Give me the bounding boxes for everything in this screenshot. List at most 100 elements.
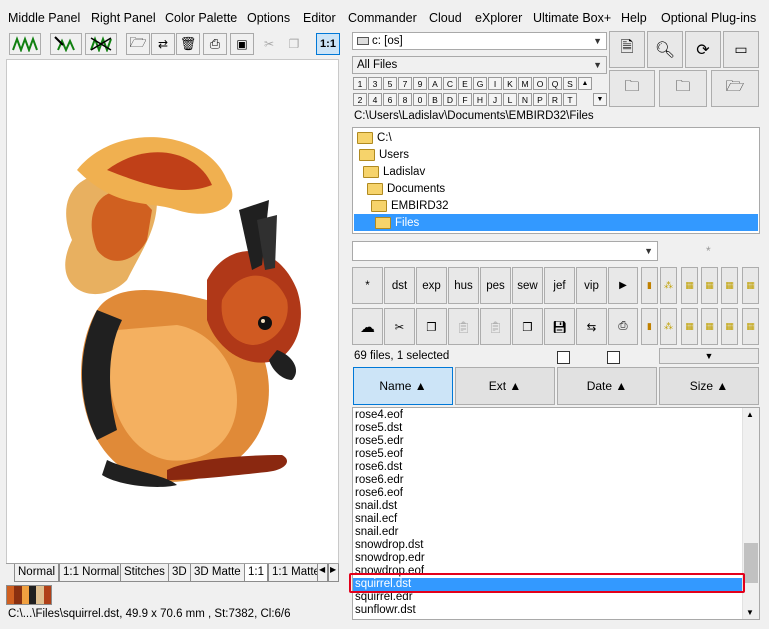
letter-filter-button[interactable]: E	[458, 77, 472, 90]
menu-middle-panel[interactable]: Middle Panel	[8, 11, 80, 25]
letter-filter-button[interactable]: S	[563, 77, 577, 90]
file-row[interactable]: rose5.eof	[355, 448, 403, 461]
format-filter-button[interactable]: pes	[480, 267, 511, 304]
letter-filter-button[interactable]: 3	[368, 77, 382, 90]
copy-to-button[interactable]: ❐	[512, 308, 543, 345]
folder-tree[interactable]: C:\ Users Ladislav Documents EMBIRD32 Fi…	[352, 127, 760, 234]
tree-item-c-drive[interactable]: C:\	[357, 129, 392, 146]
move-button[interactable]: ⇄	[151, 33, 175, 55]
tab-1-1-matte[interactable]: 1:1 Matte	[268, 564, 324, 582]
format-filter-button[interactable]: sew	[512, 267, 543, 304]
letter-filter-button[interactable]: 2	[353, 93, 367, 106]
file-row-selected[interactable]: squirrel.dst	[353, 578, 743, 591]
copy-files-button[interactable]: ❐	[416, 308, 447, 345]
letter-filter-button[interactable]: 9	[413, 77, 427, 90]
letter-filter-button[interactable]: I	[488, 77, 502, 90]
letter-filter-button[interactable]: 6	[383, 93, 397, 106]
letter-filter-button[interactable]: G	[473, 77, 487, 90]
view-mode-button[interactable]: ▦	[681, 308, 698, 345]
letter-filter-button[interactable]: R	[548, 93, 562, 106]
letter-filter-button[interactable]: 0	[413, 93, 427, 106]
file-row[interactable]: snowdrop.edr	[355, 552, 425, 565]
tab-1-1[interactable]: 1:1	[244, 564, 268, 582]
tree-item-users[interactable]: Users	[359, 146, 409, 163]
letter-filter-button[interactable]: D	[443, 93, 457, 106]
parent-folder-button[interactable]: 🗁	[711, 70, 759, 107]
file-row[interactable]: snowdrop.dst	[355, 539, 423, 552]
file-row[interactable]: snowdrop.eof	[355, 565, 424, 578]
stitch-delete-button[interactable]	[85, 33, 117, 55]
view-mode-button[interactable]: ▮	[641, 308, 658, 345]
menu-commander[interactable]: Commander	[348, 11, 417, 25]
letter-filter-button[interactable]: B	[428, 93, 442, 106]
menu-color-palette[interactable]: Color Palette	[165, 11, 237, 25]
letter-filter-button[interactable]: 4	[368, 93, 382, 106]
letter-filter-button[interactable]: T	[563, 93, 577, 106]
column-size[interactable]: Size ▲	[659, 367, 759, 405]
format-filter-button[interactable]: *	[352, 267, 383, 304]
convert-button[interactable]: ⇆	[576, 308, 607, 345]
view-mode-button[interactable]: ▦	[721, 267, 738, 304]
file-row[interactable]: rose6.dst	[355, 461, 402, 474]
file-row[interactable]: rose4.eof	[355, 409, 403, 422]
shape-button[interactable]: ☁	[352, 308, 383, 345]
letter-filter-button[interactable]: K	[503, 77, 517, 90]
letter-filter-button[interactable]: 5	[383, 77, 397, 90]
format-filter-button[interactable]: vip	[576, 267, 607, 304]
tab-normal[interactable]: Normal	[14, 564, 60, 582]
open-button[interactable]: 🗁	[126, 33, 150, 55]
column-date[interactable]: Date ▲	[557, 367, 657, 405]
tree-item-embird32[interactable]: EMBIRD32	[371, 197, 449, 214]
drive-combo[interactable]: c: [os] ▼	[352, 32, 607, 50]
next-formats-button[interactable]: ▶	[608, 267, 638, 304]
menu-editor[interactable]: Editor	[303, 11, 336, 25]
view-mode-button[interactable]: ▦	[721, 308, 738, 345]
menu-right-panel[interactable]: Right Panel	[91, 11, 156, 25]
menu-options[interactable]: Options	[247, 11, 290, 25]
file-info-button[interactable]: 🗎	[609, 31, 645, 68]
zoom-1-1-button[interactable]: 1:1	[316, 33, 340, 55]
tab-3d[interactable]: 3D	[168, 564, 191, 582]
view-mode-button[interactable]: ⁂	[660, 267, 677, 304]
letter-filter-button[interactable]: Q	[548, 77, 562, 90]
view-mode-button[interactable]: ▮	[641, 267, 658, 304]
letter-filter-button[interactable]: P	[533, 93, 547, 106]
letter-filter-button[interactable]: M	[518, 77, 532, 90]
cut-button[interactable]: ✂	[257, 33, 281, 55]
menu-ultimate-box[interactable]: Ultimate Box+	[533, 11, 611, 25]
color-swatch-strip[interactable]	[6, 585, 52, 605]
tab-3d-matte[interactable]: 3D Matte	[190, 564, 245, 582]
print-button[interactable]: ⎙	[203, 33, 227, 55]
file-row[interactable]: rose5.edr	[355, 435, 404, 448]
paste-files-button[interactable]: 📋︎	[448, 308, 479, 345]
letter-filter-button[interactable]: 8	[398, 93, 412, 106]
tab-1-1-normal[interactable]: 1:1 Normal	[59, 564, 124, 582]
delete-button[interactable]: 🗑	[176, 33, 200, 55]
view-mode-button[interactable]: ▦	[701, 267, 718, 304]
window-button[interactable]: ▭	[723, 31, 759, 68]
chevron-up-icon[interactable]: ▲	[746, 410, 754, 419]
file-list[interactable]: rose4.eof rose5.dst rose5.edr rose5.eof rose…	[352, 407, 760, 620]
new-folder-button[interactable]: 🗀	[609, 70, 655, 107]
checkbox-a[interactable]	[557, 351, 570, 364]
file-list-scrollbar[interactable]: ▲ ▼	[742, 408, 759, 619]
tab-stitches[interactable]: Stitches	[120, 564, 169, 582]
export-button[interactable]: ▣	[230, 33, 254, 55]
format-filter-button[interactable]: exp	[416, 267, 447, 304]
file-row[interactable]: snail.edr	[355, 526, 398, 539]
letter-filter-button[interactable]: H	[473, 93, 487, 106]
save-as-button[interactable]: 💾︎	[544, 308, 575, 345]
letter-filter-button[interactable]: 1	[353, 77, 367, 90]
letter-filter-button[interactable]: F	[458, 93, 472, 106]
tab-scroll-left[interactable]: ◀	[317, 564, 328, 582]
column-name[interactable]: Name ▲	[353, 367, 453, 405]
tree-item-files[interactable]: Files	[354, 214, 758, 231]
letter-scroll-up[interactable]: ▲	[578, 77, 592, 90]
letter-filter-button[interactable]: 7	[398, 77, 412, 90]
tree-item-ladislav[interactable]: Ladislav	[363, 163, 425, 180]
letter-filter-button[interactable]: A	[428, 77, 442, 90]
view-mode-button[interactable]: ▦	[742, 308, 759, 345]
refresh-button[interactable]: ⟳	[685, 31, 721, 68]
filter-combo[interactable]: All Files ▼	[352, 56, 607, 74]
mask-combo[interactable]: ▼	[352, 241, 658, 261]
